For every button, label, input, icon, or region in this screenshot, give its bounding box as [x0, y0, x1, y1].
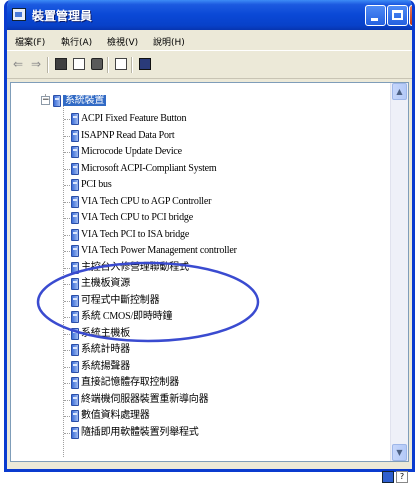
toolbar-separator: [47, 57, 49, 73]
device-list-item[interactable]: 主機板資源: [81, 276, 130, 292]
device-list-item[interactable]: ACPI Fixed Feature Button: [81, 111, 186, 127]
menu-bar: 檔案(F) 執行(A) 檢視(V) 說明(H): [7, 30, 412, 51]
title-bar[interactable]: 裝置管理員: [7, 0, 412, 30]
tree-line: [64, 201, 70, 203]
device-icon: [71, 212, 79, 224]
device-list-item[interactable]: VIA Tech CPU to AGP Controller: [81, 194, 211, 210]
tree-line: [64, 300, 70, 302]
device-list-item[interactable]: PCI bus: [81, 177, 112, 193]
menu-help[interactable]: 說明(H): [153, 35, 185, 48]
device-list-item[interactable]: 主控台入修營理聯動程式: [81, 260, 189, 276]
print-icon[interactable]: [91, 58, 103, 70]
tree-line: [64, 267, 70, 269]
window-title: 裝置管理員: [32, 9, 93, 23]
tree-line: [64, 432, 70, 434]
device-icon: [71, 311, 79, 323]
collapse-toggle[interactable]: −: [41, 96, 50, 105]
device-icon: [71, 426, 79, 439]
device-icon: [71, 261, 79, 274]
scroll-up-button[interactable]: ▲: [392, 83, 407, 100]
device-list-item[interactable]: 可程式中斷控制器: [81, 293, 160, 309]
properties-icon[interactable]: [73, 58, 85, 70]
device-icon: [71, 195, 79, 208]
status-bar: [7, 463, 412, 469]
device-manager-icon: [12, 8, 26, 21]
device-list-item[interactable]: 終端機伺服器裝置重新導向器: [81, 392, 209, 408]
tree-line: [64, 284, 70, 285]
device-list-item[interactable]: VIA Tech PCI to ISA bridge: [81, 227, 189, 243]
device-icon: [71, 344, 79, 356]
menu-view[interactable]: 檢視(V): [107, 35, 138, 48]
device-manager-window: 裝置管理員 檔案(F) 執行(A) 檢視(V) 說明(H) ⇐ ⇒ − 系統裝置…: [4, 0, 415, 472]
tree-root-label: 系統裝置: [63, 95, 107, 106]
device-list-item[interactable]: 系統揚聲器: [81, 359, 130, 375]
tree-line: [64, 234, 70, 236]
device-icon: [71, 410, 79, 422]
device-list-item[interactable]: 系統 CMOS/即時時鐘: [81, 309, 172, 325]
device-icon: [71, 294, 79, 307]
device-list-item[interactable]: 隨插即用軟體裝置列舉程式: [81, 425, 199, 441]
device-icon: [71, 179, 79, 191]
device-icon: [71, 278, 79, 290]
tree-line: [64, 218, 70, 219]
scan-hardware-icon[interactable]: [139, 58, 151, 70]
tree-line: [63, 102, 64, 457]
tree-line: [64, 399, 70, 401]
console-tree-icon[interactable]: [55, 58, 67, 70]
tree-line: [64, 251, 70, 252]
tree-line: [64, 185, 70, 186]
device-icon: [71, 113, 79, 125]
device-list-item[interactable]: VIA Tech CPU to PCI bridge: [81, 210, 193, 226]
tree-line: [64, 416, 70, 417]
device-tree[interactable]: − 系統裝置 ACPI Fixed Feature Button ISAPNP R…: [10, 82, 409, 462]
device-icon: [71, 360, 79, 373]
toolbar-separator: [107, 57, 109, 73]
tree-line: [64, 383, 70, 384]
tree-line: [64, 366, 70, 368]
device-list-item[interactable]: 數值資料處理器: [81, 408, 150, 424]
tree-line: [64, 350, 70, 351]
device-list-item[interactable]: 直接記憶體存取控制器: [81, 375, 179, 391]
device-icon: [71, 245, 79, 257]
tree-root-system-devices[interactable]: 系統裝置: [63, 93, 107, 109]
device-list-item[interactable]: Microsoft ACPI-Compliant System: [81, 161, 217, 177]
status-help-icon: ?: [396, 471, 408, 483]
tree-line: [64, 119, 70, 120]
vertical-scrollbar[interactable]: ▲ ▼: [390, 83, 408, 461]
device-list-item[interactable]: 系統計時器: [81, 342, 130, 358]
tree-line: [64, 135, 70, 137]
tree-line: [64, 168, 70, 170]
device-icon: [71, 377, 79, 389]
help-icon[interactable]: [115, 58, 127, 70]
scroll-down-button[interactable]: ▼: [392, 444, 407, 461]
device-icon: [71, 129, 79, 142]
device-icon: [71, 228, 79, 241]
close-button[interactable]: [409, 5, 412, 26]
forward-arrow-icon[interactable]: ⇒: [31, 58, 43, 70]
system-devices-icon: [53, 95, 61, 107]
back-arrow-icon[interactable]: ⇐: [13, 58, 25, 70]
device-list-item[interactable]: ISAPNP Read Data Port: [81, 128, 175, 144]
menu-action[interactable]: 執行(A): [61, 35, 92, 48]
device-list-item[interactable]: 系統主機板: [81, 326, 130, 342]
device-icon: [71, 162, 79, 175]
menu-file[interactable]: 檔案(F): [15, 35, 45, 48]
device-icon: [71, 146, 79, 158]
status-network-icon: [382, 471, 394, 483]
toolbar: ⇐ ⇒: [7, 52, 412, 79]
tree-line: [64, 317, 70, 318]
tree-line: [64, 333, 70, 335]
minimize-button[interactable]: [365, 5, 386, 26]
tree-line: [64, 152, 70, 153]
device-list-item[interactable]: VIA Tech Power Management controller: [81, 243, 237, 259]
toolbar-separator: [131, 57, 133, 73]
device-icon: [71, 393, 79, 406]
device-list-item[interactable]: Microcode Update Device: [81, 144, 182, 160]
maximize-button[interactable]: [387, 5, 408, 26]
device-icon: [71, 327, 79, 340]
